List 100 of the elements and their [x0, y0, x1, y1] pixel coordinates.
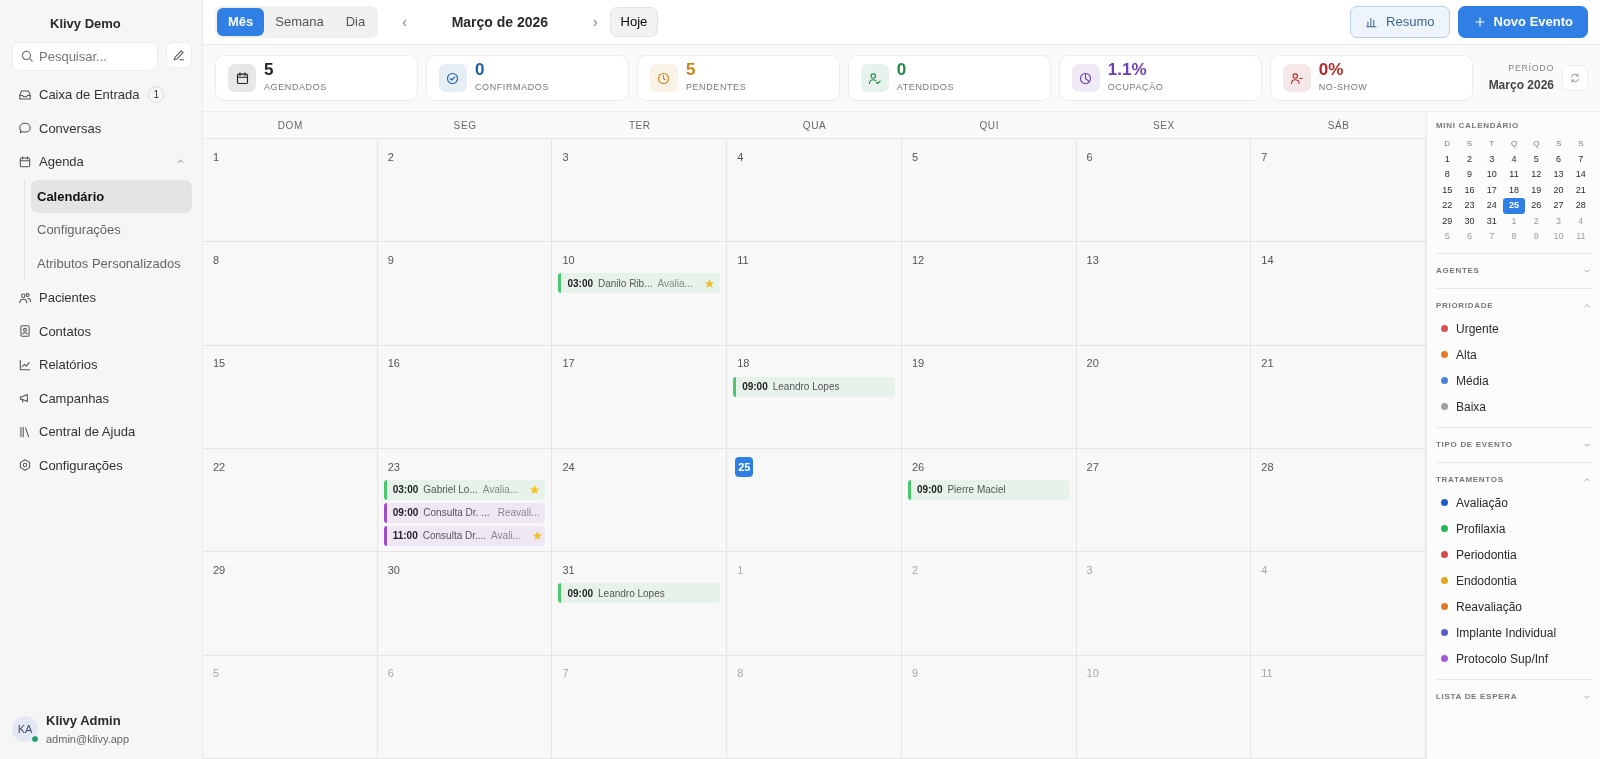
mini-calendar-day[interactable]: 7 — [1569, 151, 1592, 167]
nav-item[interactable]: Contatos — [12, 315, 192, 347]
new-event-button[interactable]: Novo Evento — [1457, 6, 1588, 38]
mini-calendar-day[interactable]: 27 — [1547, 198, 1570, 214]
mini-calendar-day[interactable]: 1 — [1436, 151, 1459, 167]
mini-calendar-day[interactable]: 15 — [1436, 182, 1459, 198]
mini-calendar-day[interactable]: 18 — [1502, 182, 1526, 198]
mini-calendar-day[interactable]: 14 — [1569, 167, 1592, 183]
day-cell[interactable]: 25 — [727, 449, 902, 553]
next-button[interactable]: › — [584, 11, 606, 33]
nav-item[interactable]: Caixa de Entrada 1 — [12, 79, 192, 111]
compose-button[interactable] — [166, 41, 192, 68]
mini-calendar-day[interactable]: 10 — [1480, 167, 1503, 183]
mini-calendar-day[interactable]: 20 — [1547, 182, 1570, 198]
event-chip[interactable]: 03:00 Gabriel Lo... Avalia... — [383, 480, 546, 500]
day-cell[interactable]: 20 — [1076, 345, 1252, 449]
day-cell[interactable]: 18 09:00 Leandro Lopes — [727, 345, 902, 449]
nav-subitem[interactable]: Configurações — [31, 213, 192, 247]
section-header[interactable]: AGENTES — [1436, 264, 1592, 277]
day-cell[interactable]: 10 03:00 Danilo Rib... Avalia... — [552, 242, 728, 346]
mini-calendar-day[interactable]: 29 — [1436, 213, 1459, 229]
day-cell[interactable]: 27 — [1076, 449, 1252, 553]
view-tab[interactable]: Semana — [264, 8, 335, 36]
day-cell[interactable]: 23 03:00 Gabriel Lo... Avalia... 09:00 Consulta Dr. ... Reavali... 11:00 Consulta Dr.... Avali... — [377, 449, 553, 553]
day-cell[interactable]: 28 — [1251, 449, 1427, 553]
mini-calendar-day[interactable]: 8 — [1436, 167, 1459, 183]
nav-subitem[interactable]: Calendário — [31, 179, 192, 213]
mini-calendar-day[interactable]: 22 — [1436, 198, 1459, 214]
day-cell[interactable]: 29 — [203, 552, 378, 656]
nav-item[interactable]: Campanhas — [12, 382, 192, 414]
day-cell[interactable]: 15 — [203, 345, 378, 449]
nav-item[interactable]: Agenda — [12, 146, 192, 178]
event-chip[interactable]: 09:00 Pierre Maciel — [907, 480, 1070, 500]
day-cell[interactable]: 13 — [1076, 242, 1252, 346]
mini-calendar-day[interactable]: 11 — [1502, 167, 1526, 183]
filter-label[interactable]: Avaliação — [1456, 493, 1508, 512]
mini-calendar-day[interactable]: 24 — [1480, 198, 1503, 214]
day-cell[interactable]: 12 — [901, 242, 1077, 346]
day-cell[interactable]: 21 — [1251, 345, 1427, 449]
section-header[interactable]: TRATAMENTOS — [1436, 473, 1592, 486]
mini-calendar-day[interactable]: 4 — [1502, 151, 1526, 167]
day-cell[interactable]: 14 — [1251, 242, 1427, 346]
nav-item[interactable]: Central de Ajuda — [12, 416, 192, 448]
day-cell[interactable]: 4 — [727, 139, 902, 243]
section-header[interactable]: TIPO DE EVENTO — [1436, 438, 1592, 451]
filter-label[interactable]: Urgente — [1456, 319, 1499, 338]
mini-calendar-day[interactable]: 3 — [1480, 151, 1503, 167]
mini-calendar-day[interactable]: 5 — [1525, 151, 1548, 167]
search-field[interactable]: Pesquisar... — [12, 41, 158, 71]
mini-calendar-day[interactable]: 25 — [1502, 198, 1526, 214]
mini-calendar-day[interactable]: 31 — [1480, 213, 1503, 229]
day-cell[interactable]: 6 — [1076, 139, 1252, 243]
previous-button[interactable]: ‹ — [394, 11, 415, 33]
day-cell[interactable]: 2 — [377, 139, 553, 243]
event-chip[interactable]: 03:00 Danilo Rib... Avalia... — [558, 273, 721, 294]
nav-item[interactable]: Conversas — [12, 112, 192, 144]
summary-button[interactable]: Resumo — [1350, 6, 1450, 38]
day-cell[interactable]: 5 — [901, 139, 1077, 243]
day-cell[interactable]: 8 — [203, 242, 378, 346]
filter-label[interactable]: Endodontia — [1456, 571, 1517, 590]
mini-calendar-day[interactable]: 23 — [1458, 198, 1481, 214]
day-cell[interactable]: 9 — [377, 242, 553, 346]
mini-calendar-day[interactable]: 28 — [1569, 198, 1592, 214]
section-header[interactable]: PRIORIDADE — [1436, 299, 1592, 312]
nav-item[interactable]: Pacientes — [12, 282, 192, 314]
day-cell[interactable]: 31 09:00 Leandro Lopes — [552, 552, 728, 656]
mini-calendar-day[interactable]: 17 — [1480, 182, 1503, 198]
day-cell[interactable]: 7 — [1251, 139, 1427, 243]
mini-calendar-day[interactable]: 30 — [1458, 213, 1481, 229]
day-cell[interactable]: 17 — [552, 345, 728, 449]
filter-label[interactable]: Protocolo Sup/Inf — [1456, 649, 1549, 668]
day-cell[interactable]: 1 — [203, 139, 378, 243]
nav-item[interactable]: Relatórios — [12, 349, 192, 381]
day-cell[interactable]: 22 — [203, 449, 378, 553]
event-chip[interactable]: 09:00 Leandro Lopes — [733, 376, 895, 397]
view-tab[interactable]: Dia — [334, 8, 377, 36]
nav-subitem[interactable]: Atributos Personalizados — [31, 246, 192, 280]
mini-calendar-day[interactable]: 26 — [1525, 198, 1548, 214]
mini-calendar-day[interactable]: 21 — [1569, 182, 1592, 198]
event-chip[interactable]: 11:00 Consulta Dr.... Avali... — [383, 526, 546, 546]
day-cell[interactable]: 16 — [377, 345, 553, 449]
event-chip[interactable]: 09:00 Consulta Dr. ... Reavali... — [383, 503, 546, 523]
event-chip[interactable]: 09:00 Leandro Lopes — [558, 583, 721, 604]
section-header[interactable]: LISTA DE ESPERA — [1436, 690, 1592, 703]
day-cell[interactable]: 19 — [901, 345, 1077, 449]
nav-item[interactable]: Configurações — [12, 449, 192, 481]
view-tab[interactable]: Mês — [217, 8, 265, 36]
filter-label[interactable]: Reavaliação — [1456, 597, 1523, 616]
mini-calendar-day[interactable]: 2 — [1458, 151, 1481, 167]
mini-calendar-day[interactable]: 19 — [1525, 182, 1548, 198]
mini-calendar-day[interactable]: 12 — [1525, 167, 1548, 183]
mini-calendar-day[interactable]: 9 — [1458, 167, 1481, 183]
filter-label[interactable]: Alta — [1456, 345, 1477, 364]
day-cell[interactable]: 11 — [727, 242, 902, 346]
day-cell[interactable]: 3 — [552, 139, 728, 243]
filter-label[interactable]: Periodontia — [1456, 545, 1517, 564]
filter-label[interactable]: Baixa — [1456, 397, 1487, 416]
filter-label[interactable]: Média — [1456, 371, 1489, 390]
mini-calendar-day[interactable]: 16 — [1458, 182, 1481, 198]
day-cell[interactable]: 30 — [377, 552, 553, 656]
